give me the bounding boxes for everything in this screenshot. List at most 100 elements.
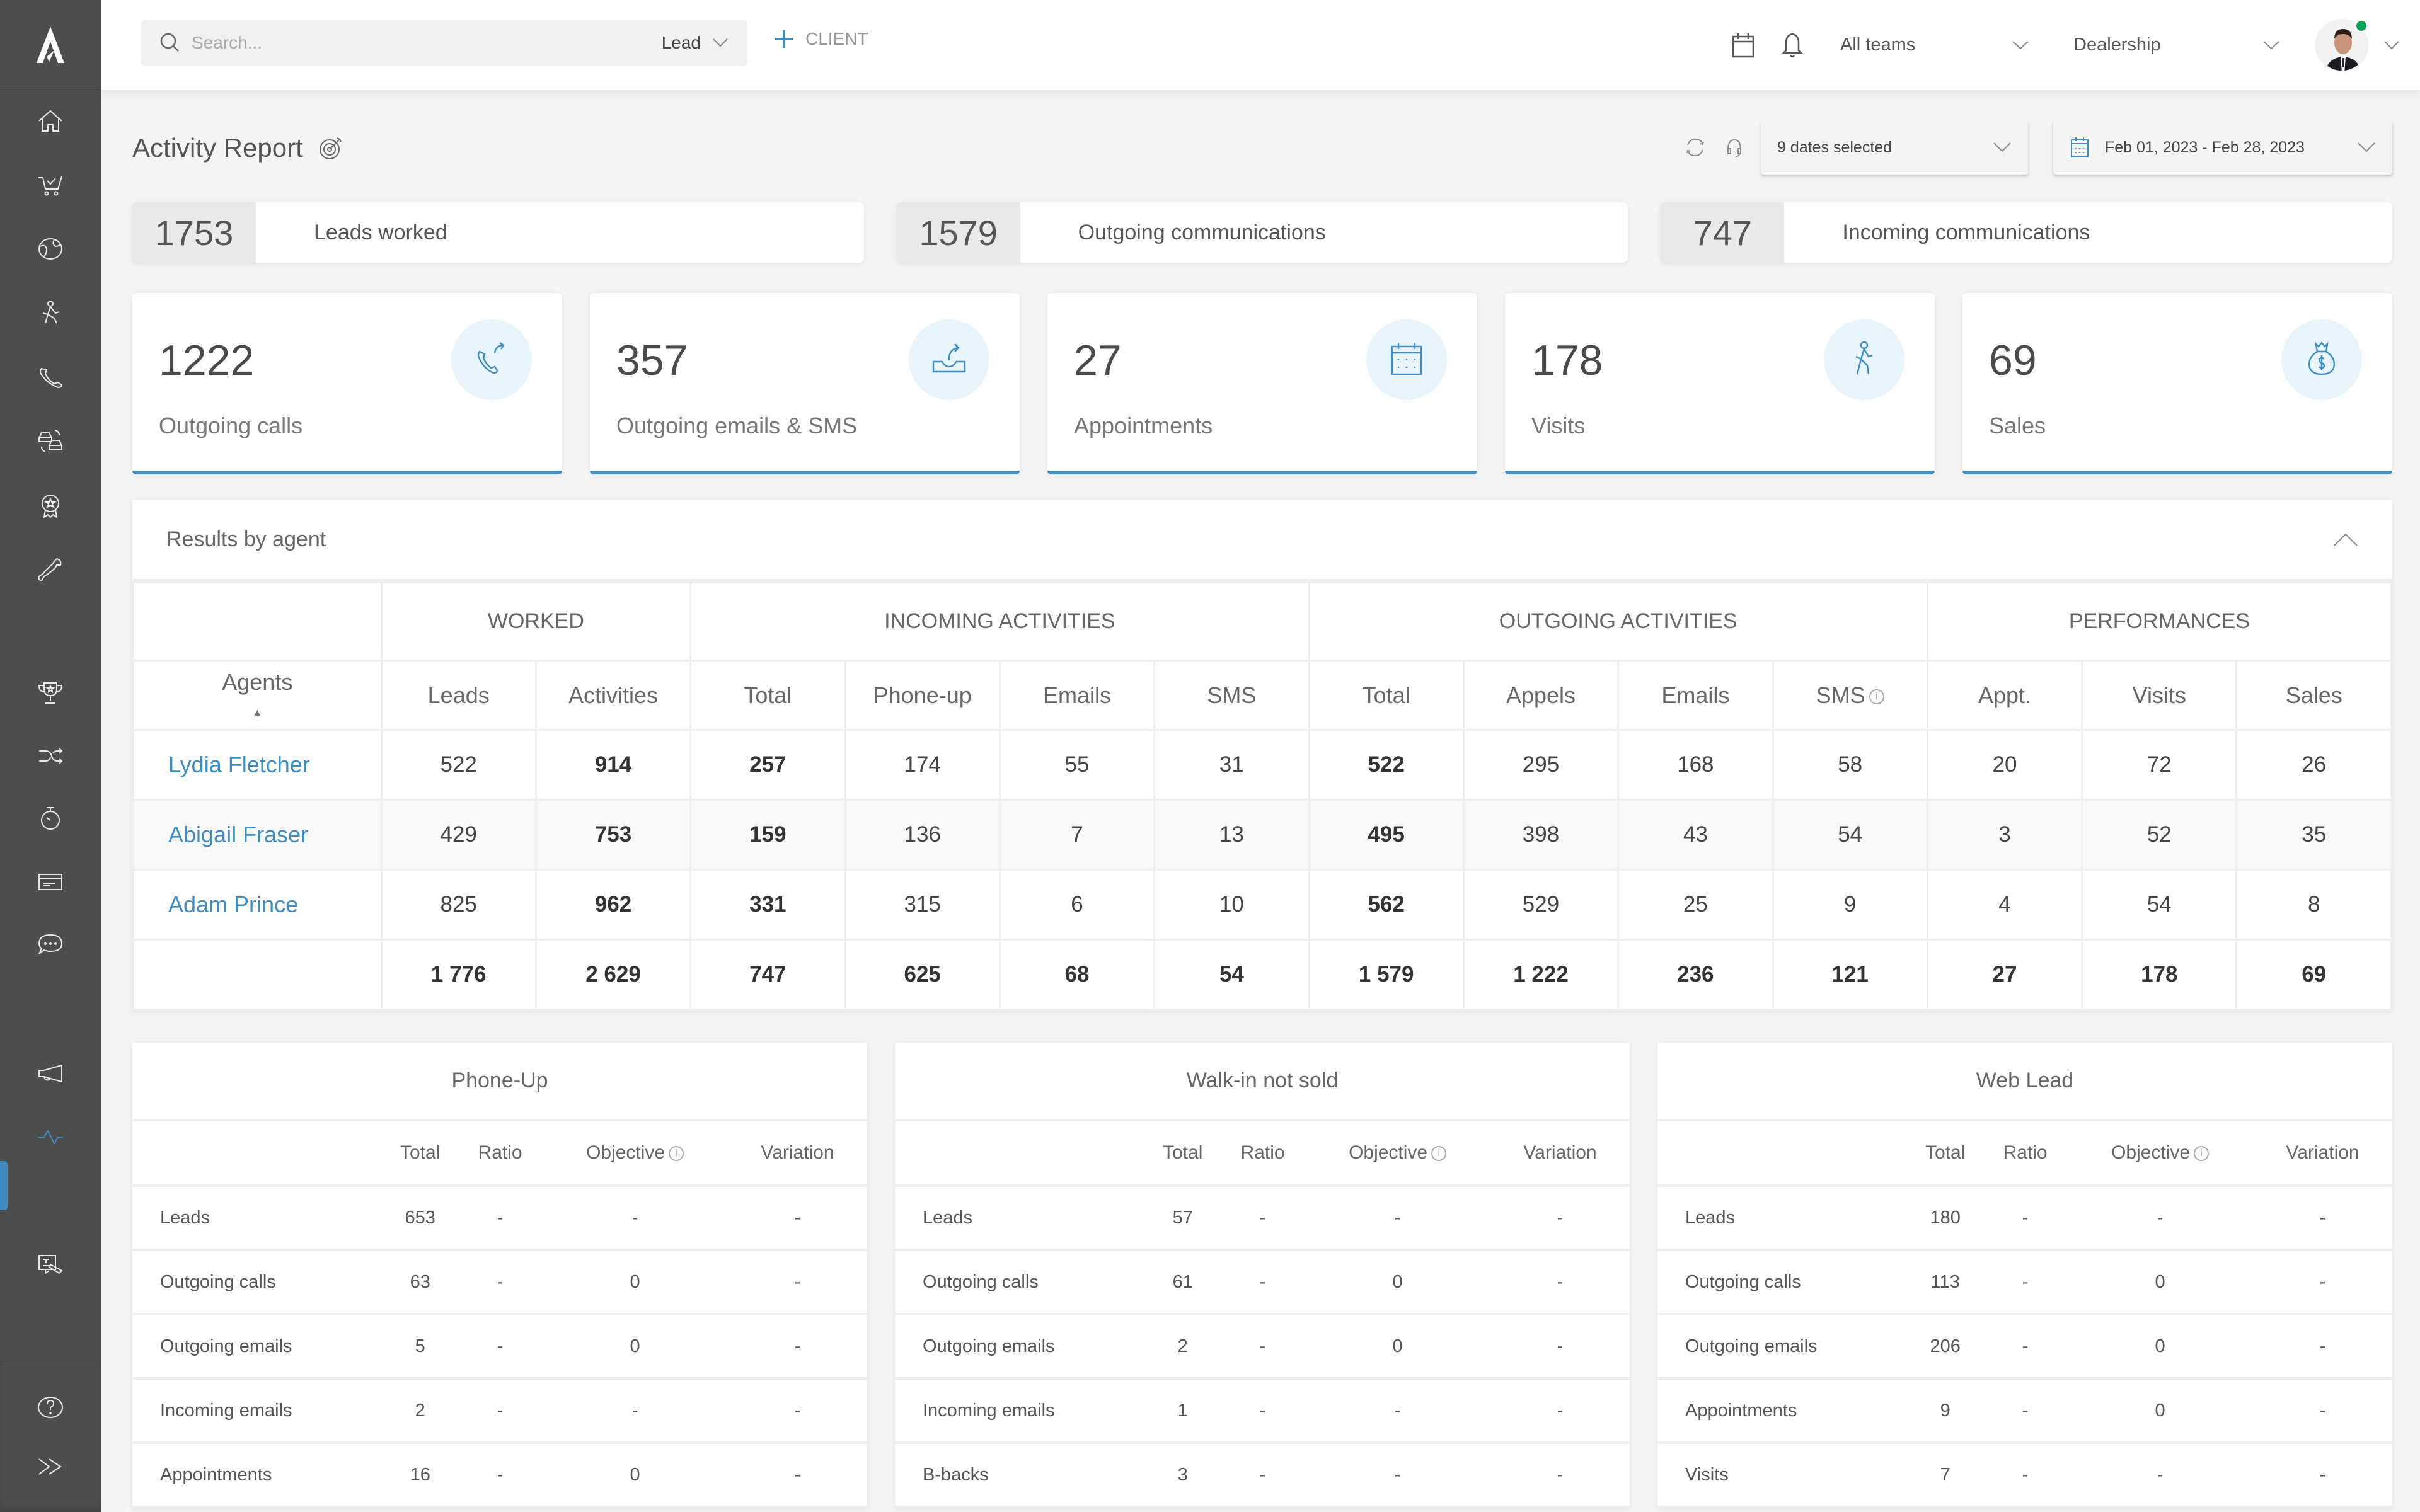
agent-name-link[interactable]: Adam Prince <box>132 869 383 941</box>
notifications-button[interactable] <box>1781 0 1804 90</box>
total-cell: 1 776 <box>380 939 537 1011</box>
kpi-label: Outgoing emails & SMS <box>616 413 858 438</box>
info-icon[interactable]: i <box>1869 689 1884 704</box>
column-header[interactable]: Activities <box>534 660 692 731</box>
table-cell: - <box>542 1186 729 1251</box>
sidebar-item-cart-check[interactable] <box>0 163 101 207</box>
kpi-label: Outgoing calls <box>159 413 303 438</box>
sidebar-item-car-exchange[interactable] <box>0 420 101 464</box>
total-cell: 625 <box>844 939 1001 1011</box>
column-header[interactable]: Emails <box>1617 660 1774 731</box>
kpi-card[interactable]: 178 Visits <box>1505 293 1935 474</box>
add-client-button[interactable]: CLIENT <box>774 29 868 49</box>
user-menu[interactable] <box>2315 0 2400 90</box>
table-cell: - <box>1220 1186 1305 1251</box>
sidebar-item-phone[interactable] <box>0 355 101 399</box>
column-header[interactable]: Total <box>689 660 846 731</box>
kpi-label: Visits <box>1531 413 1586 438</box>
table-cell: - <box>1983 1378 2068 1444</box>
date-range-picker[interactable]: Feb 01, 2023 - Feb 28, 2023 <box>2053 120 2392 175</box>
sidebar-item-walk-in[interactable] <box>0 291 101 335</box>
refresh-icon[interactable] <box>1683 135 1708 160</box>
date-range: Feb 01, 2023 - Feb 28, 2023 <box>2105 138 2305 156</box>
search-scope-select[interactable]: Lead <box>662 33 701 53</box>
sidebar-item-trophy[interactable] <box>0 671 101 715</box>
app-logo[interactable] <box>0 0 101 90</box>
table-row: Adam Prince 825 962 331 315 6 10 562 529 25 9 4 54 8 <box>132 869 2392 941</box>
info-icon[interactable]: i <box>1431 1146 1447 1162</box>
table-cell: 180 <box>1907 1186 1983 1251</box>
teams-dropdown[interactable]: All teams <box>1840 0 2029 90</box>
table-row: Leads 57- - - <box>895 1186 1630 1251</box>
row-label-header-empty <box>1657 1121 1908 1187</box>
target-objective-icon[interactable] <box>317 134 345 162</box>
info-icon[interactable]: i <box>2194 1146 2210 1162</box>
row-label: Leads <box>132 1186 383 1251</box>
row-label: Outgoing calls <box>895 1250 1145 1315</box>
sidebar-item-home[interactable] <box>0 99 101 143</box>
column-header[interactable]: Appt. <box>1926 660 2083 731</box>
calendar-button[interactable] <box>1731 0 1756 90</box>
kpi-card[interactable]: 1222 Outgoing calls <box>132 293 562 474</box>
column-header[interactable]: Visits <box>2081 660 2238 731</box>
dates-dropdown[interactable]: 9 dates selected <box>1761 120 2028 175</box>
sidebar-item-help[interactable] <box>0 1385 101 1429</box>
column-header[interactable]: Total <box>1308 660 1465 731</box>
dealership-dropdown[interactable]: Dealership <box>2073 0 2280 90</box>
row-label: Outgoing emails <box>895 1314 1145 1380</box>
chevron-down-icon <box>2012 40 2029 49</box>
kpi-card[interactable]: 357 Outgoing emails & SMS <box>590 293 1020 474</box>
headset-icon[interactable] <box>1722 135 1747 160</box>
table-cell: 315 <box>844 869 1001 941</box>
search-input[interactable]: Search... <box>192 33 662 53</box>
summary-value: 1753 <box>132 202 256 263</box>
column-header[interactable]: Sales <box>2235 660 2392 731</box>
sidebar-item-activity[interactable] <box>0 1115 101 1159</box>
table-cell: - <box>458 1378 543 1444</box>
wrench-icon <box>38 558 62 581</box>
panel-title: Results by agent <box>166 527 326 551</box>
sidebar-item-stopwatch[interactable] <box>0 797 101 841</box>
sidebar-item-megaphone[interactable] <box>0 1052 101 1096</box>
column-header[interactable]: Appels <box>1462 660 1620 731</box>
total-cell: 68 <box>998 939 1156 1011</box>
table-cell: - <box>458 1186 543 1251</box>
total-cell: 27 <box>1926 939 2083 1011</box>
column-header[interactable]: Leads <box>380 660 537 731</box>
info-icon[interactable]: i <box>669 1146 684 1162</box>
sidebar-expand[interactable] <box>0 1445 101 1489</box>
column-header: Total <box>1144 1121 1221 1187</box>
car-exchange-icon <box>38 430 63 452</box>
agent-name-link[interactable]: Abigail Fraser <box>132 799 383 871</box>
row-label: Incoming emails <box>132 1378 383 1444</box>
table-cell: 0 <box>2067 1250 2254 1315</box>
column-header[interactable]: SMS <box>1153 660 1310 731</box>
agent-name-link[interactable]: Lydia Fletcher <box>132 729 383 801</box>
chevron-up-icon[interactable] <box>2333 532 2358 547</box>
sidebar-item-globe[interactable] <box>0 227 101 271</box>
search-icon <box>160 33 179 52</box>
kpi-card[interactable]: 27 Appointments <box>1047 293 1477 474</box>
table-cell: - <box>1220 1250 1305 1315</box>
sidebar-item-card[interactable] <box>0 860 101 904</box>
table-cell: 16 <box>382 1443 458 1508</box>
sidebar-item-wrench[interactable] <box>0 548 101 592</box>
sidebar-item-award[interactable] <box>0 484 101 528</box>
sidebar-item-chat[interactable] <box>0 923 101 967</box>
table-cell: 5 <box>382 1314 458 1380</box>
column-header[interactable]: SMS i <box>1772 660 1928 731</box>
row-label: Appointments <box>132 1443 383 1508</box>
table-cell: - <box>1490 1314 1630 1380</box>
sidebar-item-edit-form[interactable] <box>0 1241 101 1285</box>
column-header[interactable]: Emails <box>998 660 1156 731</box>
kpi-card[interactable]: 69 Sales <box>1962 293 2392 474</box>
table-cell: 174 <box>844 729 1001 801</box>
expand-icon <box>38 1458 62 1475</box>
sidebar-item-shuffle[interactable] <box>0 734 101 778</box>
table-cell: 522 <box>380 729 537 801</box>
column-header-agents[interactable]: Agents ▲ <box>132 660 383 731</box>
help-icon <box>38 1397 63 1418</box>
panel-header[interactable]: Results by agent <box>132 500 2392 581</box>
column-header[interactable]: Phone-up <box>844 660 1001 731</box>
chevron-down-icon[interactable] <box>712 38 729 48</box>
